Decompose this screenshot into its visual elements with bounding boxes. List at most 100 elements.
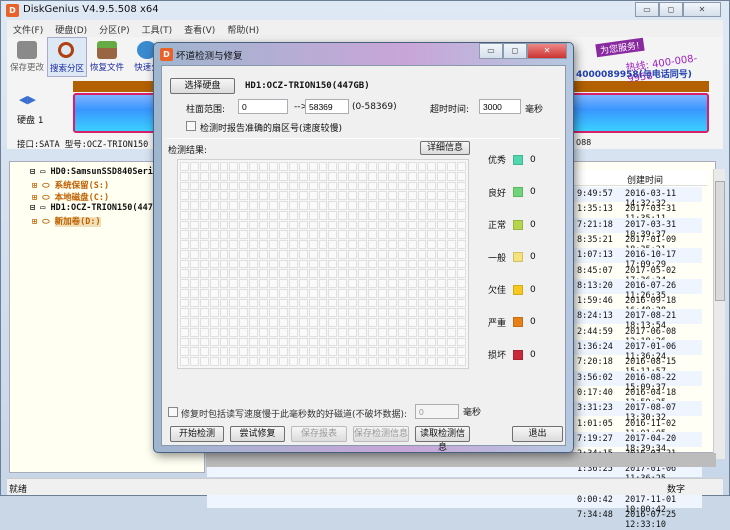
sector-cell (249, 230, 259, 240)
sector-cell (368, 269, 377, 279)
save-icon (17, 41, 37, 59)
sector-cell (209, 318, 219, 327)
cylinder-from-input[interactable] (238, 99, 288, 114)
sector-cell (407, 347, 417, 357)
time-fragment: 1:35:13 (577, 204, 613, 215)
sector-cell (199, 230, 209, 240)
legend-swatch-icon (513, 284, 524, 295)
sector-cell (180, 279, 189, 288)
legend-item: 良好 0 (488, 186, 536, 199)
exit-button[interactable]: 退出 (512, 426, 563, 442)
disk-info: 接口:SATA 型号:OCZ-TRION150 序 (17, 140, 162, 150)
sector-cell (288, 181, 298, 191)
sector-cell (189, 288, 199, 298)
sector-cell (407, 240, 417, 249)
legend-item: 严重 0 (488, 316, 536, 329)
sector-cell (308, 162, 318, 171)
start-detect-button[interactable]: 开始检测 (170, 426, 224, 442)
timeout-input[interactable] (479, 99, 521, 114)
scroll-thumb[interactable] (715, 181, 725, 301)
sector-cell (219, 191, 229, 201)
vertical-scrollbar[interactable] (713, 169, 725, 459)
tree-node-new-volume-d[interactable]: ⊞ ⬭ 新加卷(D:) (32, 215, 101, 227)
sector-cell (348, 220, 358, 230)
minimize-button[interactable]: ▭ (635, 2, 659, 17)
bad-sector-dialog: D 坏道检测与修复 ▭ ◻ ✕ 选择硬盘 HD1:OCZ-TRION150(44… (153, 42, 574, 453)
sector-cell (427, 181, 437, 191)
sector-cell (447, 279, 457, 288)
time-fragment: 1:07:13 (577, 250, 613, 261)
dialog-minimize-button[interactable]: ▭ (479, 43, 503, 59)
sector-cell (298, 249, 308, 259)
tree-node-system-reserved[interactable]: ⊞ ⬭ 系统保留(S:) (32, 179, 109, 191)
save-changes-button[interactable]: 保存更改 (7, 37, 47, 77)
sector-cell (437, 181, 447, 191)
menu-tools[interactable]: 工具(T) (136, 20, 179, 37)
accurate-sector-checkbox[interactable] (186, 121, 196, 131)
tree-node-local-disk-c[interactable]: ⊞ ⬭ 本地磁盘(C:) (32, 191, 109, 203)
tree-node-hd0[interactable]: ⊟ ▭ HD0:SamsunSSD840Series( (30, 167, 168, 177)
sector-cell (239, 337, 249, 347)
sector-cell (368, 249, 377, 259)
list-row[interactable]: 7:34:48 2016-07-25 12:33:10 (207, 508, 702, 530)
sector-cell (288, 327, 298, 337)
sector-cell (259, 347, 269, 357)
sector-cell (387, 288, 397, 298)
sector-cell (377, 220, 387, 230)
sector-cell (199, 347, 209, 357)
sector-cell (229, 201, 239, 210)
sector-cell (180, 318, 189, 327)
menu-partition[interactable]: 分区(P) (93, 20, 135, 37)
sector-cell (288, 288, 298, 298)
horizontal-scrollbar[interactable] (206, 453, 716, 467)
repair-slow-tracks-checkbox[interactable] (168, 407, 178, 417)
sector-cell (358, 308, 368, 318)
ad-banner[interactable]: 为您服务! 热线: 400-008-9958 4000089958(与电话同号) (576, 37, 716, 85)
maximize-button[interactable]: ◻ (659, 2, 683, 17)
sector-cell (407, 249, 417, 259)
select-disk-button[interactable]: 选择硬盘 (170, 78, 235, 94)
sector-cell (318, 308, 328, 318)
sector-cell (180, 162, 189, 171)
time-fragment: 3:31:23 (577, 403, 613, 414)
dialog-close-button[interactable]: ✕ (527, 43, 567, 59)
result-label: 检测结果: (168, 146, 208, 156)
sector-cell (417, 220, 427, 230)
sector-cell (209, 308, 219, 318)
divider (167, 138, 560, 139)
dialog-maximize-button[interactable]: ◻ (503, 43, 527, 59)
repair-ms-input[interactable] (415, 404, 459, 419)
disk-nav-arrows-icon[interactable]: ◀▶ (19, 93, 36, 106)
time-fragment: 9:49:57 (577, 189, 613, 199)
sector-cell (199, 327, 209, 337)
sector-cell (298, 259, 308, 269)
list-row[interactable]: 0:00:42 2017-11-01 10:00:42 (207, 493, 702, 515)
read-detect-info-button[interactable]: 读取检测信息 (415, 426, 470, 453)
sector-cell (229, 210, 239, 220)
recover-files-button[interactable]: 恢复文件 (87, 37, 127, 77)
tree-node-hd1[interactable]: ⊟ ▭ HD1:OCZ-TRION150(447GB) (30, 203, 168, 213)
cylinder-to-input[interactable] (305, 99, 349, 114)
sector-cell (278, 269, 288, 279)
menu-file[interactable]: 文件(F) (7, 20, 49, 37)
sector-cell (387, 240, 397, 249)
try-repair-button[interactable]: 尝试修复 (230, 426, 285, 442)
menu-help[interactable]: 帮助(H) (221, 20, 265, 37)
legend-swatch-icon (513, 187, 524, 197)
sector-cell (189, 357, 199, 366)
detail-info-button[interactable]: 详细信息 (420, 141, 470, 155)
search-partition-button[interactable]: 搜索分区 (47, 37, 87, 77)
sector-cell (229, 162, 239, 171)
menu-view[interactable]: 查看(V) (178, 20, 221, 37)
sector-cell (209, 249, 219, 259)
time-fragment: 8:13:20 (577, 280, 613, 291)
sector-cell (288, 347, 298, 357)
close-button[interactable]: ✕ (683, 2, 721, 17)
menu-disk[interactable]: 硬盘(D) (49, 20, 93, 37)
sector-cell (377, 171, 387, 181)
sector-cell (278, 181, 288, 191)
sector-cell (209, 210, 219, 220)
column-created-time[interactable]: 创建时间 (627, 173, 663, 186)
save-report-button[interactable]: 保存报表 (291, 426, 347, 442)
save-detect-info-button[interactable]: 保存检测信息 (353, 426, 409, 442)
